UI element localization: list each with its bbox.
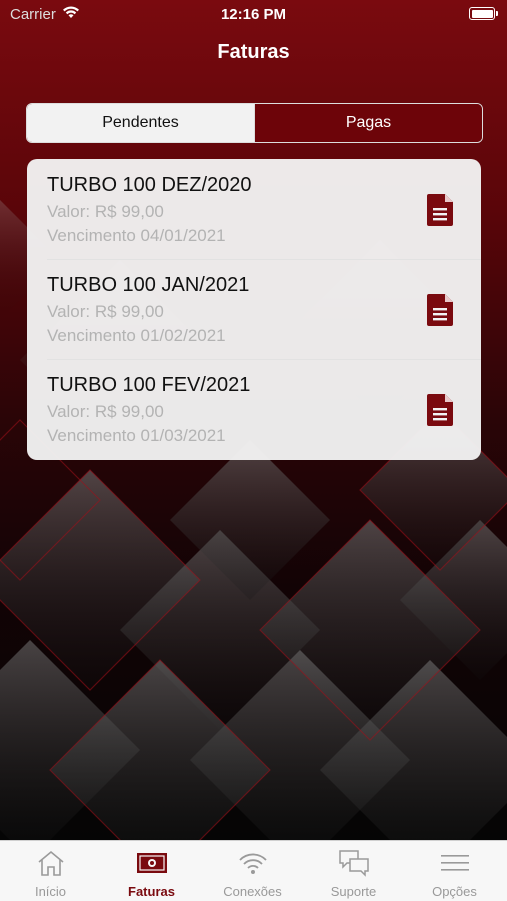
- invoice-row[interactable]: TURBO 100 DEZ/2020 Valor: R$ 99,00 Venci…: [27, 159, 481, 259]
- invoice-list: TURBO 100 DEZ/2020 Valor: R$ 99,00 Venci…: [27, 159, 481, 460]
- home-icon: [38, 850, 64, 876]
- tab-bar: Início Faturas Conexões Suporte Opções: [0, 840, 507, 901]
- invoice-due-date: Vencimento 01/02/2021: [47, 326, 226, 345]
- status-bar: Carrier 12:16 PM: [0, 0, 507, 30]
- document-icon[interactable]: [425, 394, 455, 426]
- tab-opcoes[interactable]: Opções: [404, 841, 505, 901]
- invoice-name: TURBO 100 DEZ/2020: [47, 174, 252, 196]
- wifi-icon: [239, 853, 267, 874]
- page-title: Faturas: [217, 41, 290, 63]
- money-icon: [137, 853, 167, 873]
- invoice-value: Valor: R$ 99,00: [47, 402, 164, 421]
- tab-inicio[interactable]: Início: [0, 841, 101, 901]
- menu-icon: [441, 855, 469, 871]
- invoice-name: TURBO 100 FEV/2021: [47, 374, 251, 396]
- tab-faturas[interactable]: Faturas: [101, 841, 202, 901]
- invoice-status-segmented-control: Pendentes Pagas: [26, 103, 483, 143]
- tab-label: Faturas: [128, 884, 175, 899]
- tab-label: Início: [34, 884, 67, 899]
- invoice-name: TURBO 100 JAN/2021: [47, 274, 250, 296]
- invoice-row[interactable]: TURBO 100 FEV/2021 Valor: R$ 99,00 Venci…: [27, 359, 481, 459]
- segment-paid[interactable]: Pagas: [254, 104, 482, 142]
- tab-conexoes[interactable]: Conexões: [202, 841, 303, 901]
- invoice-value: Valor: R$ 99,00: [47, 202, 164, 221]
- invoice-due-date: Vencimento 04/01/2021: [47, 226, 226, 245]
- clock: 12:16 PM: [220, 6, 287, 23]
- document-icon[interactable]: [425, 194, 455, 226]
- tab-label: Conexões: [223, 884, 282, 899]
- tab-label: Suporte: [330, 884, 377, 899]
- document-icon[interactable]: [425, 294, 455, 326]
- invoice-value: Valor: R$ 99,00: [47, 302, 164, 321]
- invoice-due-date: Vencimento 01/03/2021: [47, 426, 226, 445]
- segment-pending[interactable]: Pendentes: [27, 104, 254, 142]
- battery-icon: [469, 7, 498, 20]
- tab-label: Opções: [432, 884, 477, 899]
- tab-suporte[interactable]: Suporte: [303, 841, 404, 901]
- invoice-row[interactable]: TURBO 100 JAN/2021 Valor: R$ 99,00 Venci…: [27, 259, 481, 359]
- chat-icon: [339, 850, 369, 877]
